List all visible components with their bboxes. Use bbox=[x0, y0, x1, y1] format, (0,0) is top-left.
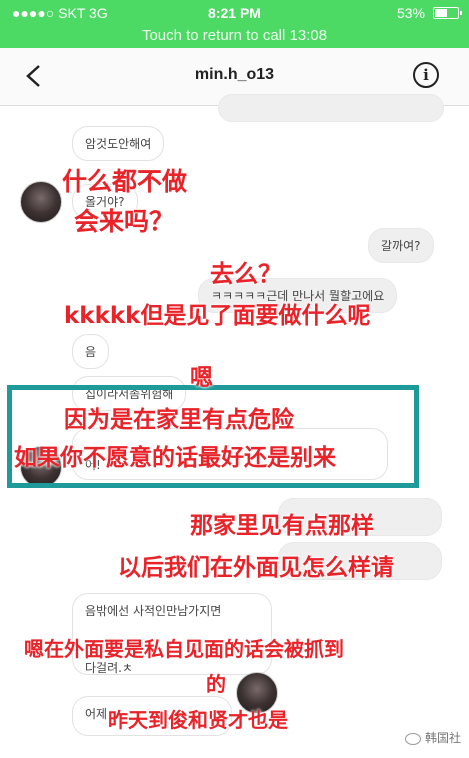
return-to-call-banner[interactable]: Touch to return to call 13:08 bbox=[0, 26, 469, 48]
annotation-text: 昨天到俊和贤才也是 bbox=[108, 708, 288, 732]
annotation-text: 那家里见有点那样 bbox=[190, 513, 374, 539]
watermark-text: 韩国社 bbox=[424, 731, 461, 745]
info-icon[interactable]: i bbox=[413, 62, 439, 88]
status-bar: ●●●●○ SKT 3G 8:21 PM 53% bbox=[0, 0, 469, 26]
annotation-text: 的 bbox=[206, 672, 226, 696]
chat-username: min.h_o13 bbox=[194, 66, 275, 83]
message-bubble: 암것도안해여 bbox=[72, 126, 165, 161]
wechat-icon bbox=[404, 732, 421, 745]
battery-percent: 53% bbox=[396, 5, 425, 21]
annotation-text: kkkkk但是见了面要做什么呢 bbox=[64, 303, 371, 329]
message-text: 갈까여? bbox=[381, 239, 421, 253]
annotation-text: 嗯在外面要是私自见面的话会被抓到 bbox=[24, 637, 344, 661]
watermark: 韩国社 bbox=[404, 729, 461, 746]
battery-icon bbox=[433, 7, 462, 19]
message-text: 음 bbox=[85, 345, 97, 359]
annotation-text: 去么？ bbox=[210, 260, 282, 288]
message-text: 암것도안해여 bbox=[85, 137, 152, 151]
message-bubble: 갈까여? bbox=[368, 228, 434, 263]
annotation-text: 嗯 bbox=[190, 365, 213, 391]
annotation-text: 以后我们在外面见怎么样请 bbox=[118, 555, 394, 581]
annotation-text: 如果你不愿意的话最好还是别来 bbox=[14, 445, 336, 471]
message-text: 어제 bbox=[85, 707, 108, 721]
message-text: 음밖에선 사적인만남가지면 bbox=[85, 604, 222, 618]
avatar[interactable] bbox=[20, 181, 62, 223]
annotation-text: 会来吗？ bbox=[74, 207, 175, 236]
annotation-text: 因为是在家里有点危险 bbox=[64, 407, 294, 433]
message-bubble-cut bbox=[218, 94, 444, 122]
message-bubble: 음 bbox=[72, 334, 110, 369]
annotation-text: 什么都不做 bbox=[62, 167, 188, 196]
